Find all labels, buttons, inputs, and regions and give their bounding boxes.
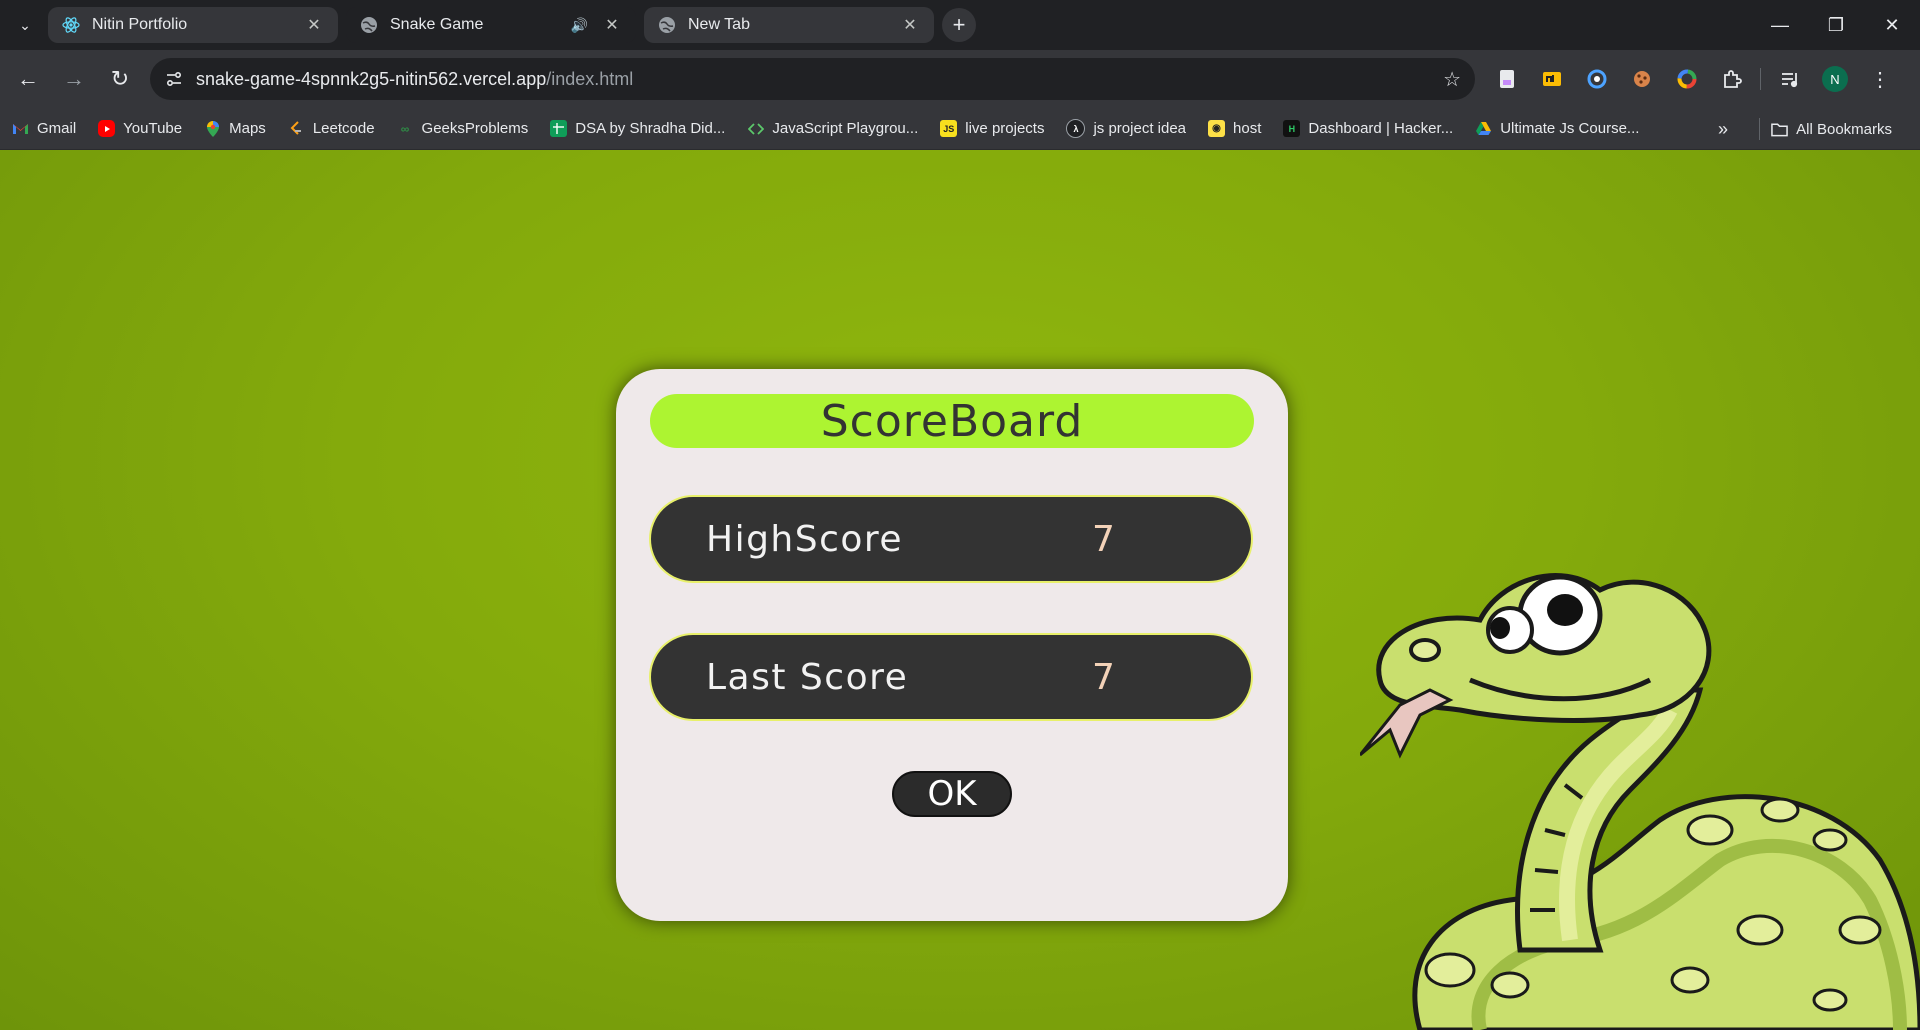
last-score-row: Last Score 7 xyxy=(649,633,1253,721)
bookmark-ultimate-js[interactable]: Ultimate Js Course... xyxy=(1463,113,1649,145)
scoreboard-modal: ScoreBoard HighScore 7 Last Score 7 OK xyxy=(616,369,1288,921)
tab-strip: ⌄ Nitin Portfolio ✕ Snake Game 🔊 ✕ New T… xyxy=(0,0,1920,50)
lambda-icon: λ xyxy=(1066,119,1086,138)
bookmark-label: Leetcode xyxy=(312,120,375,137)
address-bar[interactable]: snake-game-4spnnk2g5-nitin562.vercel.app… xyxy=(150,58,1475,100)
browser-toolbar: ← → ↻ snake-game-4spnnk2g5-nitin562.verc… xyxy=(0,50,1920,108)
bookmark-label: Maps xyxy=(229,120,266,137)
folder-icon xyxy=(1771,121,1788,138)
bookmark-label: host xyxy=(1233,120,1262,137)
reload-icon[interactable]: ↻ xyxy=(100,59,140,99)
restore-icon[interactable]: ❐ xyxy=(1808,0,1864,50)
bookmark-js-playground[interactable]: JavaScript Playgrou... xyxy=(735,113,928,145)
snake-mascot-illustration xyxy=(1360,573,1920,1030)
tab-search-icon[interactable]: ⌄ xyxy=(12,12,38,38)
bookmark-label: Gmail xyxy=(37,120,77,137)
bookmark-label: Dashboard | Hacker... xyxy=(1308,120,1454,137)
globe-icon xyxy=(658,16,676,34)
bookmark-label: js project idea xyxy=(1093,120,1187,137)
color-wheel-icon[interactable] xyxy=(1670,62,1704,96)
bookmark-label: GeeksProblems xyxy=(421,120,529,137)
close-window-icon[interactable]: ✕ xyxy=(1864,0,1920,50)
bookmark-label: Ultimate Js Course... xyxy=(1500,120,1640,137)
bookmark-js-project-idea[interactable]: λ js project idea xyxy=(1054,113,1196,145)
tab-new-tab[interactable]: New Tab ✕ xyxy=(644,7,934,43)
tab-nitin-portfolio[interactable]: Nitin Portfolio ✕ xyxy=(48,7,338,43)
profile-initial: N xyxy=(1822,66,1848,92)
all-bookmarks-button[interactable]: All Bookmarks xyxy=(1759,113,1902,145)
hackerrank-icon: H xyxy=(1283,120,1301,137)
bookmark-label: DSA by Shradha Did... xyxy=(575,120,726,137)
globe-icon xyxy=(360,16,378,34)
scoreboard-title: ScoreBoard xyxy=(650,394,1254,448)
bookmark-dsa[interactable]: DSA by Shradha Did... xyxy=(538,113,735,145)
last-score-label: Last Score xyxy=(706,657,909,698)
high-score-value: 7 xyxy=(1092,519,1117,560)
js-icon: JS xyxy=(940,120,958,137)
bookmark-label: YouTube xyxy=(123,120,183,137)
close-icon[interactable]: ✕ xyxy=(900,15,920,35)
maps-icon xyxy=(204,120,221,137)
last-score-value: 7 xyxy=(1092,657,1117,698)
profile-avatar[interactable]: N xyxy=(1818,62,1852,96)
close-icon[interactable]: ✕ xyxy=(602,15,622,35)
close-icon[interactable]: ✕ xyxy=(304,15,324,35)
react-icon xyxy=(62,16,80,34)
bookmark-label: JavaScript Playgrou... xyxy=(772,120,919,137)
bookmark-label: live projects xyxy=(965,120,1045,137)
speaker-icon[interactable]: 🔊 xyxy=(571,17,588,34)
ext-yellow-icon[interactable] xyxy=(1535,62,1569,96)
bookmarks-bar: Gmail YouTube Maps Leetcode ∞ GeeksProbl… xyxy=(0,108,1920,150)
tab-title: Snake Game xyxy=(390,16,484,33)
game-page: ScoreBoard HighScore 7 Last Score 7 OK xyxy=(0,150,1920,1030)
back-arrow-icon[interactable]: ← xyxy=(8,59,48,99)
sheets-icon xyxy=(550,120,568,137)
tab-title: Nitin Portfolio xyxy=(92,16,188,33)
bookmark-youtube[interactable]: YouTube xyxy=(86,113,192,145)
bookmark-geeksproblems[interactable]: ∞ GeeksProblems xyxy=(385,113,539,145)
code-icon xyxy=(747,120,764,137)
menu-kebab-icon[interactable]: ⋮ xyxy=(1863,62,1897,96)
forward-arrow-icon[interactable]: → xyxy=(54,59,94,99)
bookmark-star-icon[interactable]: ☆ xyxy=(1443,67,1461,92)
url-path: /index.html xyxy=(546,68,634,89)
host-icon: ◉ xyxy=(1208,120,1226,137)
bookmark-label: All Bookmarks xyxy=(1796,120,1892,138)
media-queue-icon[interactable] xyxy=(1773,62,1807,96)
url-text[interactable]: snake-game-4spnnk2g5-nitin562.vercel.app… xyxy=(196,69,633,90)
ext-blue-circle-icon[interactable] xyxy=(1580,62,1614,96)
site-info-icon[interactable] xyxy=(162,67,186,91)
cookie-icon[interactable] xyxy=(1625,62,1659,96)
puzzle-extensions-icon[interactable] xyxy=(1715,62,1749,96)
bookmark-live-projects[interactable]: JS live projects xyxy=(928,113,1054,145)
bookmark-gmail[interactable]: Gmail xyxy=(0,113,86,145)
window-controls: — ❐ ✕ xyxy=(1752,0,1920,50)
tab-title: New Tab xyxy=(688,16,750,33)
tab-snake-game[interactable]: Snake Game 🔊 ✕ xyxy=(346,7,636,43)
high-score-row: HighScore 7 xyxy=(649,495,1253,583)
ok-button[interactable]: OK xyxy=(892,771,1012,817)
new-tab-button[interactable]: + xyxy=(942,8,976,42)
extensions-area: N ⋮ xyxy=(1490,58,1908,100)
doc-extension-icon[interactable] xyxy=(1490,62,1524,96)
geeksforgeeks-icon: ∞ xyxy=(400,121,410,136)
bookmark-host[interactable]: ◉ host xyxy=(1196,113,1271,145)
bookmark-maps[interactable]: Maps xyxy=(192,113,276,145)
youtube-icon xyxy=(98,120,116,137)
drive-icon xyxy=(1475,120,1492,137)
bookmark-leetcode[interactable]: Leetcode xyxy=(276,113,385,145)
toolbar-divider xyxy=(1760,68,1761,90)
gmail-icon xyxy=(12,120,29,137)
minimize-icon[interactable]: — xyxy=(1752,0,1808,50)
url-host: snake-game-4spnnk2g5-nitin562.vercel.app xyxy=(196,68,547,89)
bookmarks-overflow-chevron-icon[interactable]: » xyxy=(1718,113,1728,145)
high-score-label: HighScore xyxy=(706,519,904,560)
bookmark-hackerrank[interactable]: H Dashboard | Hacker... xyxy=(1271,113,1463,145)
leetcode-icon xyxy=(288,120,305,137)
